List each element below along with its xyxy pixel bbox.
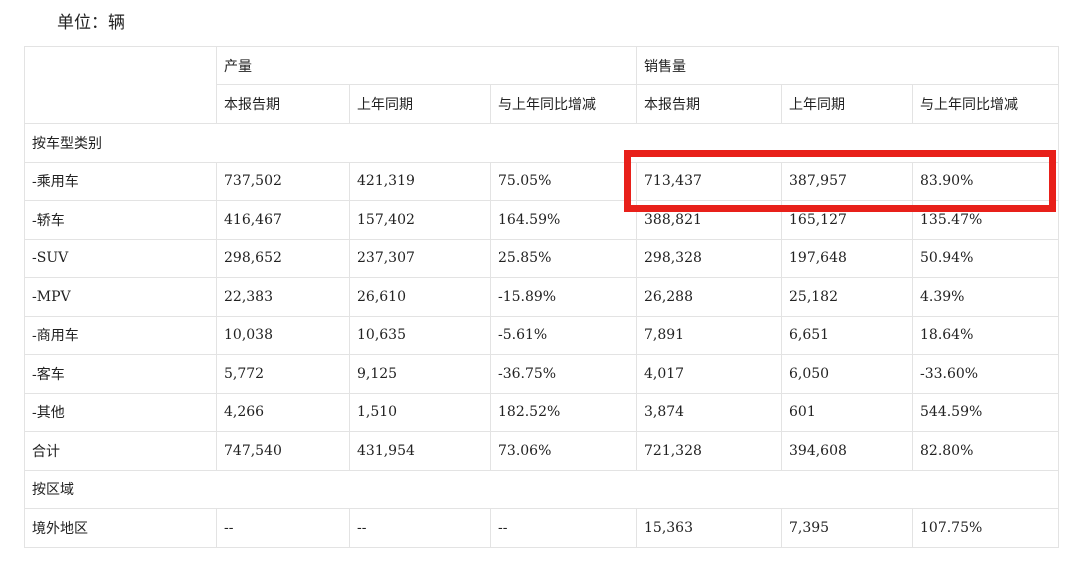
row-label: -轿车 — [24, 200, 217, 240]
table-cell: 5,772 — [216, 354, 350, 394]
table-cell: 82.80% — [911, 431, 1060, 471]
table-cell: 421,319 — [349, 161, 491, 201]
table-cell: 25.85% — [490, 238, 637, 278]
header-group-production: 产量 — [216, 46, 637, 85]
table-cell: 18.64% — [911, 315, 1060, 355]
table-cell: -5.61% — [490, 315, 637, 355]
table-row: -MPV 22,383 26,610 -15.89% 26,288 25,182 4.39% — [24, 277, 1060, 317]
table-cell: 197,648 — [781, 238, 913, 278]
table-row: -SUV 298,652 237,307 25.85% 298,328 197,648 50… — [24, 238, 1060, 278]
table-cell: 165,127 — [781, 200, 913, 240]
table-cell: -- — [349, 508, 491, 548]
table-row: -轿车 416,467 157,402 164.59% 388,821 165,127 13… — [24, 200, 1060, 240]
header-col-sales-change: 与上年同比增减 — [911, 84, 1060, 124]
table-cell: 394,608 — [781, 431, 913, 471]
table-cell: 713,437 — [636, 161, 782, 201]
table-cell: 237,307 — [349, 238, 491, 278]
section-row: 按区域 — [23, 469, 1060, 509]
table-row: 合计 747,540 431,954 73.06% 721,328 394,608 82.8… — [24, 431, 1060, 471]
table-row: -其他 4,266 1,510 182.52% 3,874 601 544.59% — [24, 392, 1060, 432]
header-col-prod-lastyear: 上年同期 — [349, 84, 491, 124]
table-cell: 4,017 — [636, 354, 782, 394]
table-cell: 83.90% — [911, 161, 1060, 201]
table-cell: 6,651 — [781, 315, 913, 355]
table-cell: 26,288 — [636, 277, 782, 317]
table-cell: 9,125 — [349, 354, 491, 394]
table-cell: 157,402 — [349, 200, 491, 240]
header-col-sales-current: 本报告期 — [636, 84, 782, 124]
production-sales-table: 产量 销售量 本报告期 上年同期 与上年同比增减 本报告期 上年同期 与上年同比… — [23, 46, 1060, 548]
table-cell: 431,954 — [349, 431, 491, 471]
table-cell: 26,610 — [349, 277, 491, 317]
table-cell: 388,821 — [636, 200, 782, 240]
header-col-sales-lastyear: 上年同期 — [781, 84, 913, 124]
table-row: -客车 5,772 9,125 -36.75% 4,017 6,050 -33.60% — [24, 354, 1060, 394]
table-cell: 298,652 — [216, 238, 350, 278]
header-blank-cell — [24, 46, 217, 124]
table-cell: 7,891 — [636, 315, 782, 355]
table-cell: -15.89% — [490, 277, 637, 317]
table-row: 境外地区 -- -- -- 15,363 7,395 107.75% — [24, 508, 1060, 548]
header-row-groups: 产量 销售量 — [24, 46, 1060, 124]
table-cell: 164.59% — [490, 200, 637, 240]
table-cell: 4,266 — [216, 392, 350, 432]
table-cell: 1,510 — [349, 392, 491, 432]
header-group-sales: 销售量 — [635, 46, 1060, 85]
table-cell: 737,502 — [216, 161, 350, 201]
unit-label: 单位：辆 — [57, 13, 125, 33]
table-cell: 6,050 — [781, 354, 913, 394]
table-cell: -- — [490, 508, 637, 548]
table-cell: -33.60% — [911, 354, 1060, 394]
table-cell: -- — [216, 508, 350, 548]
table-cell: 601 — [781, 392, 913, 432]
row-label: -MPV — [24, 277, 217, 317]
table-cell: 387,957 — [781, 161, 913, 201]
table-cell: 7,395 — [781, 508, 913, 548]
header-col-prod-change: 与上年同比增减 — [490, 84, 637, 124]
table-cell: 10,635 — [349, 315, 491, 355]
section-row: 按车型类别 — [23, 123, 1060, 163]
table-cell: 747,540 — [216, 431, 350, 471]
row-label: -客车 — [24, 354, 217, 394]
table-row: -商用车 10,038 10,635 -5.61% 7,891 6,651 18.64% — [24, 315, 1060, 355]
section-title: 按区域 — [23, 469, 1060, 509]
row-label: 境外地区 — [24, 508, 217, 548]
row-label: 合计 — [24, 431, 217, 471]
table-cell: 4.39% — [911, 277, 1060, 317]
row-label: -其他 — [24, 392, 217, 432]
table-cell: 182.52% — [490, 392, 637, 432]
row-label: -SUV — [24, 238, 217, 278]
table-row: -乘用车 737,502 421,319 75.05% 713,437 387,957 83… — [24, 161, 1060, 201]
section-title: 按车型类别 — [23, 123, 1060, 163]
table-cell: 15,363 — [636, 508, 782, 548]
table-cell: 107.75% — [911, 508, 1060, 548]
header-col-prod-current: 本报告期 — [216, 84, 350, 124]
row-label: -乘用车 — [24, 161, 217, 201]
table-cell: 25,182 — [781, 277, 913, 317]
table-cell: 22,383 — [216, 277, 350, 317]
table-cell: 135.47% — [911, 200, 1060, 240]
table-cell: -36.75% — [490, 354, 637, 394]
table-cell: 3,874 — [636, 392, 782, 432]
table-cell: 73.06% — [490, 431, 637, 471]
table-cell: 544.59% — [911, 392, 1060, 432]
table-cell: 721,328 — [636, 431, 782, 471]
table-cell: 10,038 — [216, 315, 350, 355]
row-label: -商用车 — [24, 315, 217, 355]
table-cell: 50.94% — [911, 238, 1060, 278]
table-cell: 298,328 — [636, 238, 782, 278]
table-cell: 75.05% — [490, 161, 637, 201]
table-cell: 416,467 — [216, 200, 350, 240]
